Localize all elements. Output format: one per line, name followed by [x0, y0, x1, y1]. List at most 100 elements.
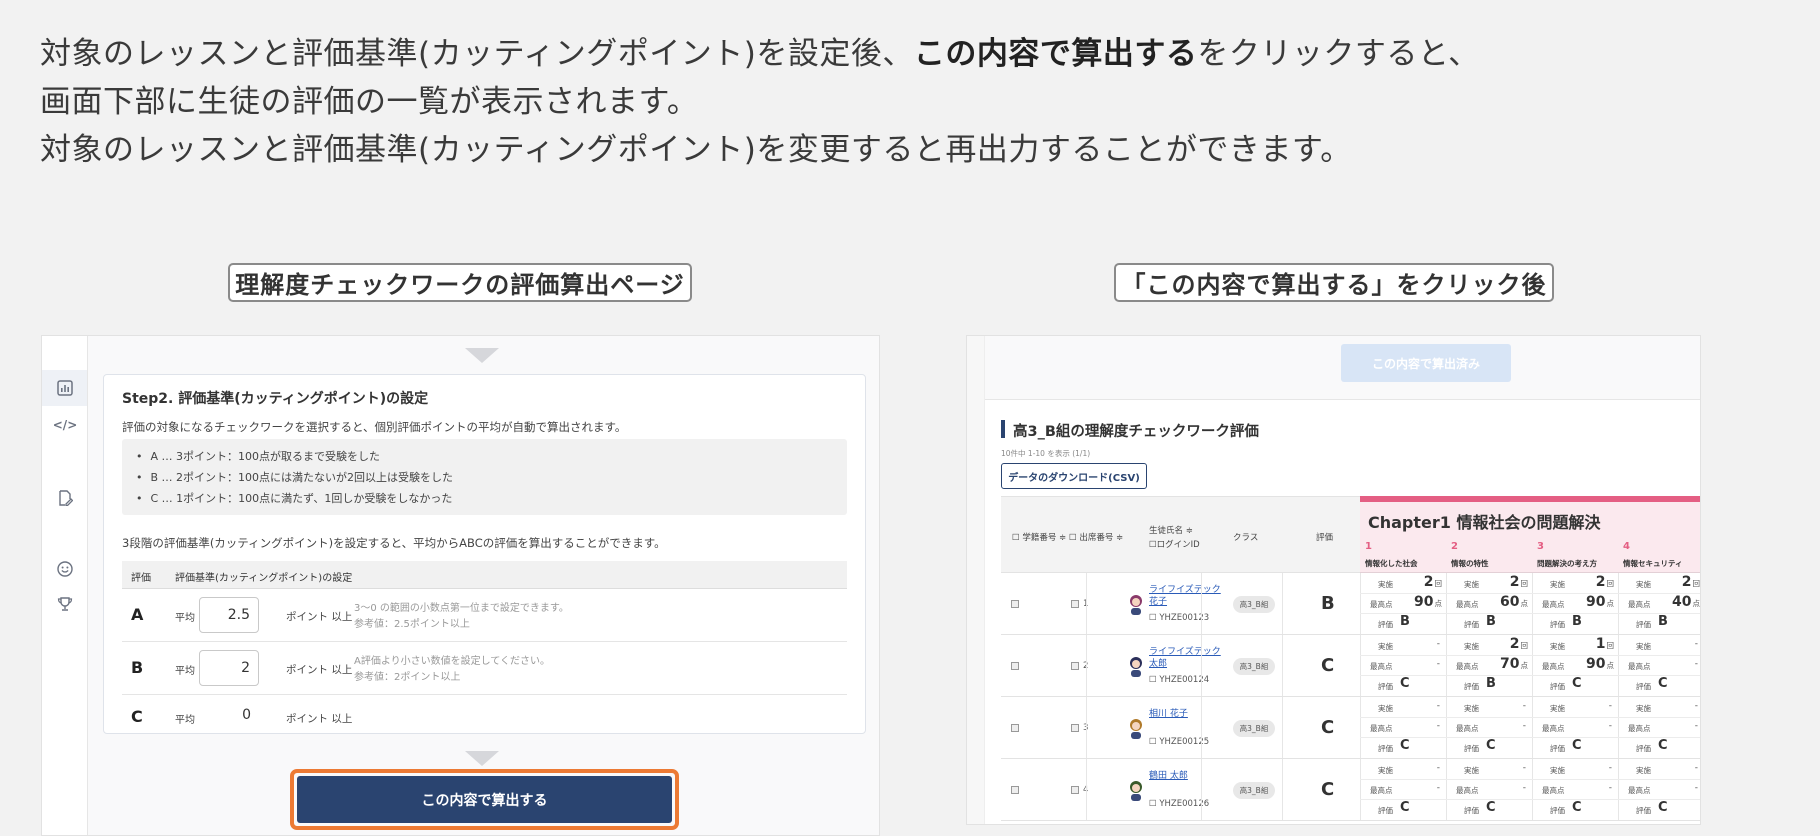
- grade-a-threshold-input[interactable]: 2.5: [199, 597, 259, 633]
- section-eval-row: 評価 C: [1378, 800, 1410, 815]
- section-eval-value: C: [1572, 800, 1582, 815]
- chapter-section-label: 情報の特性: [1451, 559, 1489, 568]
- section-eval-value: C: [1400, 738, 1410, 753]
- section-result-cell: 実施 - 最高点 - 評価 C: [1532, 759, 1618, 820]
- header-seat-no[interactable]: ☐ 出席番号 ≑: [1069, 531, 1123, 543]
- average-label: 平均: [175, 715, 195, 726]
- best-score-empty: -: [1436, 721, 1440, 731]
- section-result-cell: 実施 - 最高点 - 評価 C: [1360, 635, 1446, 696]
- intro-line-2: 画面下部に生徒の評価の一覧が表示されます。: [40, 84, 699, 120]
- section-result-cell: 実施 - 最高点 - 評価 C: [1532, 697, 1618, 758]
- calculate-button[interactable]: この内容で算出する: [297, 776, 672, 823]
- criteria-item: B … 2ポイント：100点には満たないが2回以上は受験をした: [136, 467, 847, 488]
- average-label: 平均: [175, 613, 195, 624]
- attempts-empty: -: [1608, 763, 1612, 773]
- header-student-name[interactable]: 生徒氏名 ≑: [1149, 524, 1193, 536]
- column-divider: [1086, 635, 1087, 696]
- class-badge: 高3_B組: [1233, 596, 1275, 613]
- trophy-icon[interactable]: [55, 594, 75, 614]
- csv-download-button[interactable]: データのダウンロード(CSV): [1001, 463, 1147, 489]
- best-score-value: 90点: [1586, 656, 1614, 672]
- section-eval-value: B: [1486, 676, 1496, 691]
- section-result-cell: 実施 - 最高点 - 評価 C: [1446, 697, 1532, 758]
- attempts-value: 2回: [1595, 574, 1614, 590]
- section-eval-value: B: [1658, 614, 1668, 629]
- code-icon[interactable]: </>: [53, 415, 78, 435]
- student-no-checkbox[interactable]: [1011, 786, 1019, 794]
- attempts-row: 実施 2回: [1464, 636, 1528, 652]
- best-score-value: 40点: [1672, 594, 1700, 610]
- section-result-cell: 実施 - 最高点 - 評価 C: [1618, 697, 1700, 758]
- header-login-id: ☐ログインID: [1149, 540, 1200, 550]
- student-name-link[interactable]: ライフイズテック 太郎: [1149, 646, 1224, 670]
- intro-line-1: 対象のレッスンと評価基準(カッティングポイント)を設定後、この内容で算出するをク…: [40, 36, 1480, 72]
- chapter-section-number: 2: [1451, 541, 1458, 552]
- section-eval-row: 評価 B: [1636, 614, 1668, 629]
- chapter-title: Chapter1 情報社会の問題解決: [1368, 513, 1601, 532]
- section-eval-value: C: [1400, 676, 1410, 691]
- attempts-value: 2回: [1681, 574, 1700, 590]
- column-divider: [1086, 573, 1087, 634]
- section-result-cell: 実施 2回 最高点 90点 評価 B: [1532, 573, 1618, 634]
- best-score-row: 最高点 -: [1456, 783, 1526, 795]
- attempts-empty: -: [1436, 763, 1440, 773]
- chapter-section-number: 4: [1623, 541, 1630, 552]
- student-name-link[interactable]: 鶴田 太郎: [1149, 770, 1224, 782]
- attempts-row: 実施 2回: [1464, 574, 1528, 590]
- seat-no-checkbox[interactable]: [1071, 786, 1079, 794]
- student-name-link[interactable]: ライフイズテック 花子: [1149, 584, 1224, 608]
- attempts-value: 2回: [1423, 574, 1442, 590]
- section-eval-value: C: [1658, 800, 1668, 815]
- overall-grade: C: [1321, 655, 1335, 676]
- best-score-row: 最高点 90点: [1370, 594, 1442, 610]
- section-eval-row: 評価 C: [1378, 738, 1410, 753]
- caption-left: 理解度チェックワークの評価算出ページ: [228, 263, 692, 302]
- overall-grade: C: [1321, 779, 1335, 800]
- attempts-row: 実施 -: [1464, 763, 1526, 775]
- chart-icon[interactable]: [55, 378, 75, 398]
- seat-no-checkbox[interactable]: [1071, 724, 1079, 732]
- table-row: 1ライフイズテック 花子☐ YHZE00123高3_B組B実施2回最高点90点評…: [1001, 573, 1700, 635]
- attempts-row: 実施 -: [1378, 763, 1440, 775]
- grade-row-c: C 平均 0 ポイント 以上: [122, 695, 847, 735]
- student-no-checkbox[interactable]: [1011, 724, 1019, 732]
- student-name-link[interactable]: 相川 花子: [1149, 708, 1224, 720]
- criteria-item: A … 3ポイント：100点が取るまで受験をした: [136, 446, 847, 467]
- section-result-cell: 実施 2回 最高点 60点 評価 B: [1446, 573, 1532, 634]
- best-score-empty: -: [1694, 783, 1698, 793]
- best-score-empty: -: [1522, 721, 1526, 731]
- column-divider: [1282, 573, 1283, 634]
- column-divider: [1201, 697, 1202, 758]
- best-score-empty: -: [1436, 659, 1440, 669]
- section-eval-row: 評価 C: [1636, 800, 1668, 815]
- attempts-row: 実施 1回: [1550, 636, 1614, 652]
- flow-arrow-bottom: [465, 751, 499, 766]
- attempts-empty: -: [1694, 701, 1698, 711]
- best-score-row: 最高点 -: [1628, 721, 1698, 733]
- seat-no-checkbox[interactable]: [1071, 662, 1079, 670]
- smile-icon[interactable]: [55, 559, 75, 579]
- document-edit-icon[interactable]: [55, 488, 75, 508]
- section-result-cell: 実施 1回 最高点 90点 評価 C: [1532, 635, 1618, 696]
- student-avatar: [1130, 781, 1142, 801]
- student-no-checkbox[interactable]: [1011, 600, 1019, 608]
- attempts-empty: -: [1608, 701, 1612, 711]
- section-eval-value: C: [1658, 738, 1668, 753]
- section-eval-row: 評価 C: [1378, 676, 1410, 691]
- best-score-value: 90点: [1586, 594, 1614, 610]
- attempts-row: 実施 2回: [1636, 574, 1700, 590]
- section-eval-row: 評価 B: [1550, 614, 1582, 629]
- header-student-no[interactable]: ☐ 学籍番号 ≑: [1012, 531, 1066, 543]
- section-eval-row: 評価 B: [1464, 614, 1496, 629]
- attempts-row: 実施 -: [1636, 701, 1698, 713]
- step2-description-2: 3段階の評価基準(カッティングポイント)を設定すると、平均からABCの評価を算出…: [122, 536, 666, 550]
- best-score-row: 最高点 -: [1370, 721, 1440, 733]
- points-unit: ポイント 以上: [286, 664, 353, 676]
- results-count: 10件中 1-10 を表示 (1/1): [1001, 449, 1091, 458]
- section-eval-value: B: [1486, 614, 1496, 629]
- student-no-checkbox[interactable]: [1011, 662, 1019, 670]
- seat-no-checkbox[interactable]: [1071, 600, 1079, 608]
- grade-b-threshold-input[interactable]: 2: [199, 650, 259, 686]
- chapter-section-label: 問題解決の考え方: [1537, 559, 1597, 568]
- best-score-row: 最高点 90点: [1542, 656, 1614, 672]
